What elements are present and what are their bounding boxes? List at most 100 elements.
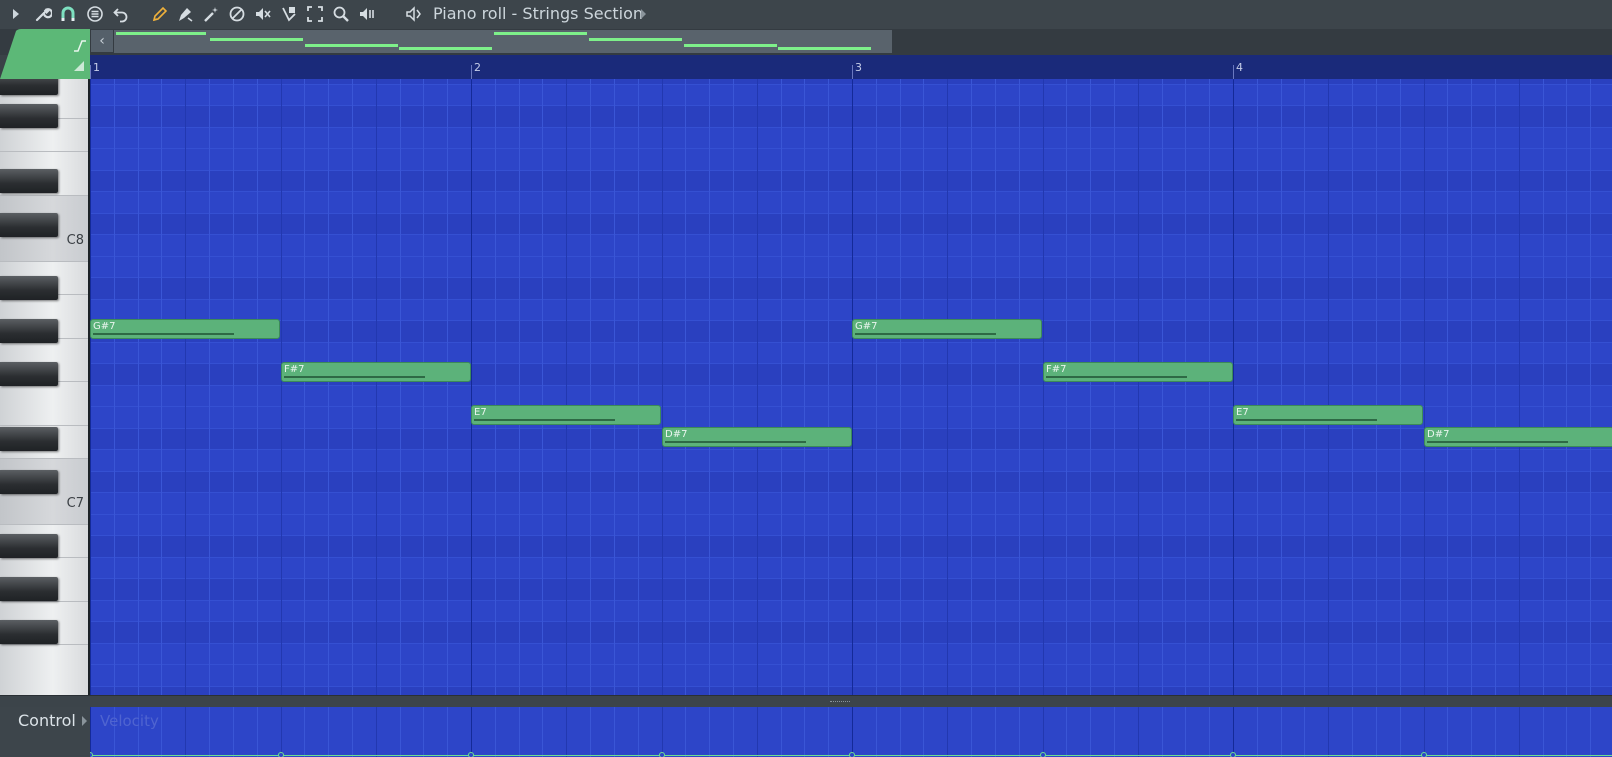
note[interactable]: G#7 [852, 319, 1042, 339]
grid-line [828, 707, 829, 757]
piano-key-black[interactable] [0, 276, 58, 300]
row-line [90, 449, 1612, 450]
note[interactable]: F#7 [281, 362, 471, 382]
bar-number: 3 [855, 61, 862, 74]
magnet-icon[interactable] [58, 4, 78, 24]
grid-line [1376, 79, 1377, 695]
timeline-ruler[interactable]: 1 2 3 4 [90, 55, 1612, 80]
piano-key-black[interactable] [0, 427, 58, 451]
slice-icon[interactable] [279, 4, 299, 24]
grid-line [304, 79, 305, 695]
grid-line [1519, 707, 1520, 757]
piano-key-black[interactable] [0, 470, 58, 494]
black-key-row [90, 535, 1612, 557]
window-title[interactable]: Piano roll - Strings Section [433, 3, 643, 25]
note[interactable]: F#7 [1043, 362, 1233, 382]
row-line [90, 643, 1612, 644]
grid-line [1566, 707, 1567, 757]
scroll-left-icon[interactable]: ‹ [91, 30, 113, 52]
piano-key-black[interactable] [0, 577, 58, 601]
select-icon[interactable] [305, 4, 325, 24]
overview-note [305, 44, 398, 47]
grid-line [1138, 79, 1139, 695]
note-label: G#7 [93, 321, 116, 332]
control-label[interactable]: Control [18, 711, 76, 730]
grid-line [1471, 707, 1472, 757]
black-key-row [90, 470, 1612, 492]
velocity-lane-label: Velocity [100, 712, 159, 730]
control-menu-arrow-icon[interactable] [82, 716, 87, 726]
grid-line [1257, 79, 1258, 695]
note[interactable]: E7 [1233, 405, 1423, 425]
menu-circle-icon[interactable] [85, 4, 105, 24]
title-menu-arrow-icon[interactable] [641, 9, 646, 19]
key-label-c7: C7 [66, 496, 84, 511]
pattern-overview[interactable] [114, 30, 892, 53]
velocity-handle[interactable] [1230, 752, 1236, 757]
note-label: F#7 [1046, 364, 1067, 375]
piano-key-black[interactable] [0, 79, 58, 95]
grid-line [1209, 79, 1210, 695]
velocity-handle[interactable] [278, 752, 284, 757]
grid-line [900, 707, 901, 757]
speaker-icon[interactable] [404, 4, 424, 24]
grid-line [781, 707, 782, 757]
delete-icon[interactable] [227, 4, 247, 24]
piano-key-black[interactable] [0, 620, 58, 644]
bar-tick [852, 65, 853, 79]
grid-line [1114, 707, 1115, 757]
note[interactable]: E7 [471, 405, 661, 425]
grid-line [1019, 79, 1020, 695]
grid-line [304, 707, 305, 757]
grid-line [757, 79, 758, 695]
grid-line [542, 707, 543, 757]
grid-line [947, 79, 948, 695]
grid-line [1590, 79, 1591, 695]
note[interactable]: G#7 [90, 319, 280, 339]
menu-arrow-icon[interactable] [13, 9, 19, 19]
row-line [90, 342, 1612, 343]
black-key-row [90, 105, 1612, 127]
note[interactable]: D#7 [662, 427, 852, 447]
grid-line [1328, 707, 1329, 757]
note[interactable]: D#7 [1424, 427, 1612, 447]
playback-icon[interactable] [357, 4, 377, 24]
piano-key-black[interactable] [0, 362, 58, 386]
grid-line [614, 707, 615, 757]
velocity-handle[interactable] [849, 752, 855, 757]
grid-line [1090, 707, 1091, 757]
mute-icon[interactable] [253, 4, 273, 24]
velocity-handle[interactable] [90, 752, 93, 757]
pencil-icon[interactable] [150, 4, 170, 24]
grid-line [1066, 79, 1067, 695]
wrench-icon[interactable] [33, 4, 53, 24]
piano-key-black[interactable] [0, 104, 58, 128]
grid-line [1566, 79, 1567, 695]
grid-line [1233, 707, 1234, 757]
piano-roll-window: Piano roll - Strings Section ‹ 1 2 3 4 C… [0, 0, 1612, 757]
piano-key-black[interactable] [0, 534, 58, 558]
splitter-grip-icon[interactable] [830, 701, 850, 704]
black-key-row [90, 621, 1612, 643]
grid-line [1543, 707, 1544, 757]
piano-key-black[interactable] [0, 319, 58, 343]
row-line [90, 514, 1612, 515]
note-grid[interactable]: G#7 F#7 E7 D#7 G#7 F#7 E7 D#7 [90, 79, 1612, 695]
velocity-handle[interactable] [659, 752, 665, 757]
piano-key-white[interactable] [0, 645, 88, 695]
event-editor-corner[interactable] [0, 29, 90, 79]
grid-line [1352, 79, 1353, 695]
velocity-handle[interactable] [468, 752, 474, 757]
velocity-handle[interactable] [1040, 752, 1046, 757]
piano-key-white[interactable] [0, 382, 88, 426]
zoom-icon[interactable] [331, 4, 351, 24]
piano-key-black[interactable] [0, 213, 58, 237]
undo-icon[interactable] [111, 4, 131, 24]
piano-key-black[interactable] [0, 169, 58, 193]
velocity-handle[interactable] [1421, 752, 1427, 757]
magic-wand-icon[interactable] [201, 4, 221, 24]
velocity-lane[interactable]: Velocity [90, 707, 1612, 757]
grid-line [733, 707, 734, 757]
paint-brush-icon[interactable] [175, 4, 195, 24]
piano-keyboard[interactable]: C8 C7 [0, 79, 90, 695]
